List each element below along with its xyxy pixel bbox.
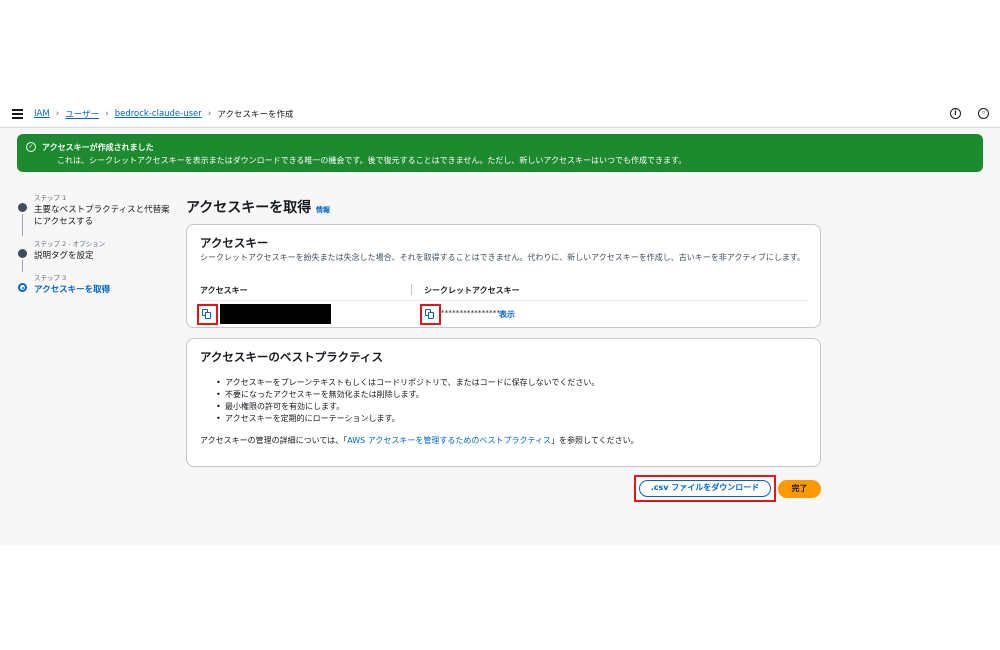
step-title: 説明タグを設定 [34, 251, 94, 261]
step-label: ステップ 2 - オプション [34, 240, 106, 248]
column-access-key: アクセスキー [200, 286, 248, 295]
chevron-right-icon: › [55, 109, 60, 119]
breadcrumb-current: アクセスキーを作成 [217, 110, 294, 120]
step-dot-icon [18, 249, 27, 258]
done-button[interactable]: 完了 [778, 480, 821, 498]
check-circle-icon: ✓ [26, 142, 36, 152]
best-practices-link[interactable]: AWS アクセスキーを管理するためのベストプラクティス [347, 436, 551, 445]
column-divider [411, 284, 412, 295]
show-secret-link[interactable]: 表示 [499, 309, 515, 320]
list-item: アクセスキーを定期的にローテーションします。 [216, 413, 599, 425]
card-description: シークレットアクセスキーを紛失または失念した場合、それを取得することはできません… [200, 253, 806, 262]
breadcrumb-user[interactable]: bedrock-claude-user [115, 109, 202, 119]
step-1[interactable]: ステップ 1 主要なベストプラクティスと代替案にアクセスする [18, 192, 178, 236]
footer-prefix: アクセスキーの管理の詳細については、「 [200, 436, 348, 445]
chevron-right-icon: › [105, 109, 109, 119]
iam-console: IAM › ユーザー › bedrock-claude-user › アクセスキ… [0, 100, 1000, 545]
list-item: アクセスキーをプレーンテキストもしくはコードリポジトリで、またはコードに保存しな… [216, 377, 599, 389]
settings-icon[interactable]: ◦ [978, 108, 989, 119]
list-item: 不要になったアクセスキーを無効化または削除します。 [216, 389, 599, 401]
download-csv-button[interactable]: .csv ファイルをダウンロード [639, 480, 771, 497]
best-practices-footer: アクセスキーの管理の詳細については、「AWS アクセスキーを管理するためのベスト… [200, 435, 639, 446]
breadcrumb-iam[interactable]: IAM [34, 109, 50, 119]
step-connector [22, 214, 23, 236]
access-key-card: アクセスキー シークレットアクセスキーを紛失または失念した場合、それを取得するこ… [186, 224, 821, 328]
card-heading: アクセスキーのベストプラクティス [200, 350, 383, 364]
step-3: ステップ 3 アクセスキーを取得 [18, 272, 178, 296]
step-label: ステップ 3 [34, 274, 67, 282]
step-title: 主要なベストプラクティスと代替案にアクセスする [34, 205, 170, 227]
copy-icon-front [428, 312, 434, 319]
column-secret-key: シークレットアクセスキー [424, 286, 520, 295]
chevron-right-icon: › [207, 109, 212, 119]
card-heading: アクセスキー [200, 236, 269, 250]
access-key-value-redacted [220, 304, 331, 324]
step-dot-icon [18, 283, 27, 292]
secret-key-masked: **************** [441, 309, 501, 317]
copy-access-key-button[interactable] [197, 304, 218, 325]
breadcrumb-users[interactable]: ユーザー [65, 108, 99, 120]
row-divider [200, 300, 808, 301]
step-dot-icon [18, 203, 27, 212]
success-banner: ✓ アクセスキーが作成されました これは、シークレットアクセスキーを表示またはダ… [17, 134, 983, 172]
download-highlight: .csv ファイルをダウンロード [634, 475, 776, 502]
breadcrumb: IAM › ユーザー › bedrock-claude-user › アクセスキ… [34, 108, 293, 120]
footer-suffix: 」を参照してください。 [551, 436, 639, 445]
menu-icon[interactable] [12, 109, 23, 119]
step-title: アクセスキーを取得 [34, 285, 111, 295]
step-connector [22, 260, 23, 272]
banner-title: アクセスキーが作成されました [42, 143, 154, 152]
info-link[interactable]: 情報 [316, 205, 330, 215]
wizard-steps: ステップ 1 主要なベストプラクティスと代替案にアクセスする ステップ 2 - … [18, 192, 178, 306]
banner-message: これは、シークレットアクセスキーを表示またはダウンロードできる唯一の機会です。後… [57, 156, 687, 165]
copy-secret-key-button[interactable] [420, 304, 441, 325]
best-practices-list: アクセスキーをプレーンテキストもしくはコードリポジトリで、またはコードに保存しな… [216, 377, 599, 425]
list-item: 最小権限の許可を有効にします。 [216, 401, 599, 413]
top-navigation: IAM › ユーザー › bedrock-claude-user › アクセスキ… [0, 100, 1000, 128]
copy-icon-front [205, 312, 211, 319]
info-icon[interactable]: i [950, 108, 961, 119]
page-title: アクセスキーを取得 [186, 200, 312, 216]
step-2[interactable]: ステップ 2 - オプション 説明タグを設定 [18, 238, 178, 272]
best-practices-card: アクセスキーのベストプラクティス アクセスキーをプレーンテキストもしくはコードリ… [186, 338, 821, 467]
step-label: ステップ 1 [34, 194, 67, 202]
